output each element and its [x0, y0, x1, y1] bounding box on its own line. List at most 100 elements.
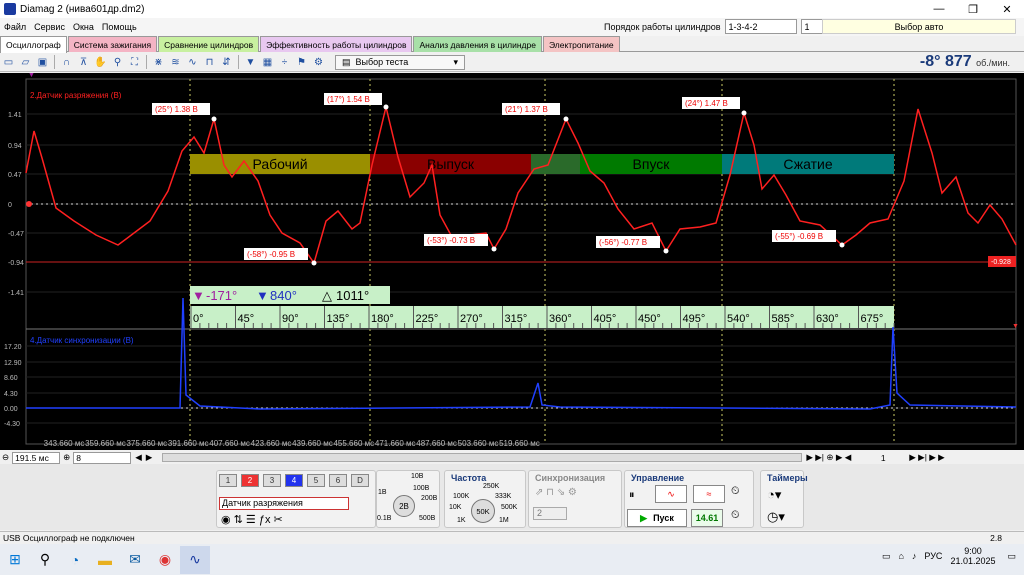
chrome-icon[interactable]: ◉ [150, 546, 180, 574]
channel-select[interactable]: 8 [73, 451, 132, 464]
channel-tools-icon[interactable]: ◉ ⇅ ☰ ƒx ✂ [221, 513, 283, 526]
menu-windows[interactable]: Окна [73, 22, 94, 32]
mail-icon[interactable]: ✉ [120, 546, 150, 574]
pause-icon[interactable]: ⏸ [629, 489, 635, 502]
close-button[interactable]: ✕ [990, 0, 1024, 18]
timers-group: Таймеры ◔▾ ◷▾ [760, 470, 808, 528]
degree-tick-label: 45° [238, 313, 255, 325]
auto-select-button[interactable]: Выбор авто [822, 19, 1016, 34]
marker-left-icon[interactable]: ▼ [28, 73, 35, 79]
new-file-icon[interactable]: ▭ [1, 55, 16, 70]
trough-point[interactable] [311, 260, 317, 266]
notifications-icon[interactable]: ▭ [1007, 551, 1016, 562]
channel-button-3[interactable]: 3 [263, 474, 281, 487]
zoom-in-icon[interactable]: ⊕ [63, 452, 70, 463]
measure-icon[interactable]: ⊼ [76, 55, 91, 70]
marker-2-value[interactable]: ▼ [256, 288, 269, 303]
invert-icon[interactable]: ⇵ [219, 55, 234, 70]
edge-icon[interactable]: ◔ [60, 546, 90, 574]
multi-wave-icon[interactable]: ≋ [168, 55, 183, 70]
sync-channel-select[interactable]: 2 [533, 507, 567, 520]
wave-tool-icon[interactable]: ∩ [59, 55, 74, 70]
timer-1-icon[interactable]: ◔▾ [767, 487, 781, 503]
minimize-button[interactable]: — [922, 0, 956, 18]
settings-icon[interactable]: ⚙ [311, 55, 326, 70]
channel-button-2[interactable]: 2 [241, 474, 259, 487]
trough-point[interactable] [839, 242, 845, 248]
clock[interactable]: 9:00 21.01.2025 [950, 546, 995, 566]
split-icon[interactable]: ÷ [277, 55, 292, 70]
hand-icon[interactable]: ✋ [93, 55, 108, 70]
explorer-icon[interactable]: ▬ [90, 546, 120, 574]
tab-1[interactable]: Система зажигания [67, 36, 158, 52]
peak-point[interactable] [741, 110, 747, 116]
timebase-field[interactable]: 191.5 мс [12, 451, 61, 464]
timer-2-icon[interactable]: ◷▾ [767, 509, 785, 525]
frequency-knob[interactable]: 50K [471, 499, 495, 523]
channel-button-5[interactable]: 5 [307, 474, 325, 487]
marker-1-value[interactable]: ▼ [192, 288, 205, 303]
auto-record-icon[interactable]: ⏲ [731, 485, 740, 498]
flag-icon[interactable]: ⚑ [294, 55, 309, 70]
next-icon[interactable]: ▶ [146, 452, 153, 463]
zoom-out-icon[interactable]: ⊖ [2, 452, 9, 463]
degree-tick-label: 315° [505, 313, 528, 325]
peak-point[interactable] [563, 116, 569, 122]
trough-point[interactable] [663, 248, 669, 254]
language-indicator[interactable]: РУС [924, 551, 942, 561]
windows-start-icon[interactable]: ⊞ [0, 546, 30, 574]
start-button[interactable]: ▶ Пуск [627, 509, 687, 527]
table-icon[interactable]: ▦ [260, 55, 275, 70]
trough-label: (-55°) -0.69 В [775, 232, 823, 241]
trough-point[interactable] [491, 246, 497, 252]
auto-stop-icon[interactable]: ⏲ [731, 509, 740, 522]
menu-file[interactable]: Файл [4, 22, 26, 32]
search-icon[interactable]: ⚲ [30, 546, 60, 574]
cylinder-order-select[interactable]: 1-3-4-2 [724, 19, 797, 34]
save-icon[interactable]: ▣ [35, 55, 50, 70]
multi-wave-mode-icon[interactable]: ≈ [693, 485, 725, 503]
filter-icon[interactable]: ⋇ [151, 55, 166, 70]
fit-icon[interactable]: ⛶ [127, 55, 142, 70]
sync-edge-icon[interactable]: ⇗ ⊓ ⇘ ⚙ [535, 487, 577, 498]
diamag-task-icon[interactable]: ∿ [180, 545, 210, 574]
tab-0[interactable]: Осциллограф [0, 36, 67, 53]
maximize-button[interactable]: ❐ [956, 0, 990, 18]
zoom-icon[interactable]: ⚲ [110, 55, 125, 70]
degree-tick-label: 675° [861, 313, 884, 325]
horizontal-scrollbar[interactable] [162, 453, 803, 462]
tab-5[interactable]: Электропитание [542, 36, 620, 52]
channel-button-1[interactable]: 1 [219, 474, 237, 487]
open-folder-icon[interactable]: ▱ [18, 55, 33, 70]
peak-point[interactable] [383, 104, 389, 110]
cylinder-order: Порядок работы цилиндров 1-3-4-2 1 [604, 19, 827, 34]
play-nav-icon[interactable]: ▶ ▶| ▶ ▶ [909, 452, 944, 463]
tab-4[interactable]: Анализ давления в цилиндре [413, 36, 542, 52]
status-bar: USB Осциллограф не подключен 2.8 [0, 531, 1024, 544]
channel-button-6[interactable]: 6 [329, 474, 347, 487]
tab-3[interactable]: Эффективность работы цилиндров [260, 36, 413, 52]
channel-button-4[interactable]: 4 [285, 474, 303, 487]
volume-icon[interactable]: ♪ [912, 551, 917, 561]
sensor-select[interactable]: Датчик разряжения [219, 497, 349, 510]
ch2-zero-marker[interactable] [26, 201, 32, 207]
menu-help[interactable]: Помощь [102, 22, 137, 32]
prev-icon[interactable]: ◀ [135, 452, 142, 463]
battery-icon[interactable]: ▭ [882, 551, 891, 562]
tab-2[interactable]: Сравнение цилиндров [158, 36, 260, 52]
voltage-knob[interactable]: 2В [393, 495, 415, 517]
channel-button-D[interactable]: D [351, 474, 369, 487]
auto-icon[interactable]: ⊓ [202, 55, 217, 70]
cursor-value: -0.928 [991, 259, 1011, 266]
peak-point[interactable] [211, 116, 217, 122]
time-tick-label: 519.660 мс [499, 439, 540, 448]
menu-service[interactable]: Сервис [34, 22, 65, 32]
degree-tick-label: 180° [371, 313, 394, 325]
phase-icon[interactable]: ∿ [185, 55, 200, 70]
network-icon[interactable]: ⌂ [898, 551, 903, 561]
marker-icon[interactable]: ▼ [243, 55, 258, 70]
oscilloscope-view[interactable]: 1.41 0.94 0.47 0 -0.47 -0.94 -1.41 -0.928 2.Датч… [0, 73, 1024, 450]
wave-mode-icon[interactable]: ∿ [655, 485, 687, 503]
test-select[interactable]: ▤ Выбор теста ▾ [335, 54, 465, 70]
nav-buttons-icon[interactable]: ▶ ▶| ⊕ ▶ ◀ [806, 452, 851, 463]
